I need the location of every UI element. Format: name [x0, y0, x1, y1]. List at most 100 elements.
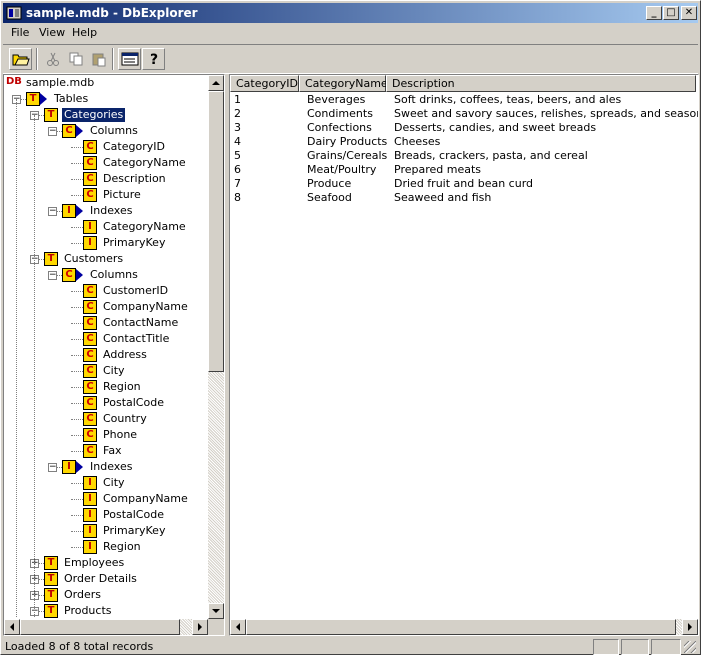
tree-horizontal-scrollbar[interactable]	[4, 619, 208, 635]
expand-arrow-icon	[76, 205, 83, 217]
expand-arrow-icon	[76, 125, 83, 137]
scroll-thumb[interactable]	[246, 619, 676, 635]
minimize-button[interactable]: _	[646, 6, 662, 20]
grid-horizontal-scrollbar[interactable]	[230, 619, 698, 635]
scroll-down-button[interactable]	[208, 603, 224, 619]
tree-node-label: Categories	[60, 107, 127, 123]
cell-description[interactable]: Prepared meats	[394, 163, 481, 177]
menu-help[interactable]: Help	[66, 26, 103, 39]
expand-arrow-icon	[76, 461, 83, 473]
column-icon: C	[62, 268, 76, 282]
main-window: sample.mdb - DbExplorer _ □ ✕ File View …	[0, 0, 701, 655]
schema-tree[interactable]: DB sample.mdb − T Tables − T Categories − C Column…	[4, 75, 208, 618]
tree-connector	[71, 307, 83, 308]
cell-description[interactable]: Sweet and savory sauces, relishes, sprea…	[394, 107, 698, 121]
help-button[interactable]: ?	[142, 48, 165, 70]
scroll-left-button[interactable]	[4, 619, 20, 635]
tree-connector	[71, 371, 83, 372]
tree-root[interactable]: DB sample.mdb	[4, 75, 208, 91]
cell-categoryname[interactable]: Meat/Poultry	[307, 163, 376, 177]
cell-categoryname[interactable]: Dairy Products	[307, 135, 387, 149]
cell-categoryid[interactable]: 1	[234, 93, 241, 107]
column-header-categoryid[interactable]: CategoryID	[230, 75, 299, 92]
table-icon: T	[44, 572, 58, 586]
cut-button[interactable]	[41, 48, 64, 70]
status-bar: Loaded 8 of 8 total records	[3, 638, 698, 655]
table-icon: T	[44, 108, 58, 122]
scroll-left-button[interactable]	[230, 619, 246, 635]
cell-categoryid[interactable]: 6	[234, 163, 241, 177]
maximize-button[interactable]: □	[663, 6, 679, 20]
table-icon: T	[44, 588, 58, 602]
scroll-right-button[interactable]	[682, 619, 698, 635]
open-button[interactable]	[9, 48, 32, 70]
database-icon: DB	[6, 76, 22, 87]
cell-description[interactable]: Breads, crackers, pasta, and cereal	[394, 149, 588, 163]
cell-description[interactable]: Soft drinks, coffees, teas, beers, and a…	[394, 93, 621, 107]
close-button[interactable]: ✕	[681, 6, 697, 20]
cell-categoryname[interactable]: Seafood	[307, 191, 352, 205]
column-header-description[interactable]: Description	[386, 75, 696, 92]
column-icon: C	[83, 172, 97, 186]
tree-node-label: Region	[103, 540, 141, 553]
tree-node-label: Description	[103, 172, 166, 185]
tree-connector	[71, 179, 83, 180]
cell-categoryid[interactable]: 4	[234, 135, 241, 149]
table-icon: T	[26, 92, 40, 106]
paste-button[interactable]	[87, 48, 110, 70]
expand-toggle[interactable]: −	[48, 271, 57, 280]
tree-node-label: CompanyName	[103, 300, 188, 313]
column-icon: C	[83, 140, 97, 154]
expand-toggle[interactable]: −	[48, 207, 57, 216]
cell-categoryname[interactable]: Beverages	[307, 93, 365, 107]
tree-connector	[71, 323, 83, 324]
cell-categoryid[interactable]: 3	[234, 121, 241, 135]
tree-vertical-scrollbar[interactable]	[208, 75, 224, 619]
tree-node-tables[interactable]: − T Tables	[4, 91, 208, 107]
column-icon: C	[83, 300, 97, 314]
column-icon: C	[62, 124, 76, 138]
cell-description[interactable]: Dried fruit and bean curd	[394, 177, 533, 191]
properties-button[interactable]	[118, 48, 141, 70]
tree-node-label: Columns	[90, 268, 138, 281]
cell-categoryid[interactable]: 2	[234, 107, 241, 121]
cell-description[interactable]: Desserts, candies, and sweet breads	[394, 121, 596, 135]
cell-categoryname[interactable]: Confections	[307, 121, 372, 135]
menu-file[interactable]: File	[5, 26, 35, 39]
resize-grip[interactable]	[684, 641, 696, 653]
scroll-right-button[interactable]	[192, 619, 208, 635]
cell-categoryname[interactable]: Condiments	[307, 107, 373, 121]
tree-connector	[71, 419, 83, 420]
copy-button[interactable]	[64, 48, 87, 70]
tree-node-label: CompanyName	[103, 492, 188, 505]
toolbar-separator	[36, 48, 38, 70]
expand-toggle[interactable]: −	[48, 463, 57, 472]
scroll-corner	[208, 619, 224, 635]
tree-node-label: Region	[103, 380, 141, 393]
tree-connector	[71, 403, 83, 404]
cell-description[interactable]: Cheeses	[394, 135, 440, 149]
cell-categoryid[interactable]: 7	[234, 177, 241, 191]
cell-categoryname[interactable]: Grains/Cereals	[307, 149, 387, 163]
scroll-up-button[interactable]	[208, 75, 224, 91]
column-header-categoryname[interactable]: CategoryName	[299, 75, 388, 92]
tree-node-label: CategoryName	[103, 220, 186, 233]
scroll-thumb[interactable]	[20, 619, 180, 635]
cell-categoryid[interactable]: 8	[234, 191, 241, 205]
tree-node-label: CategoryID	[103, 140, 165, 153]
column-icon: C	[83, 284, 97, 298]
cell-categoryname[interactable]: Produce	[307, 177, 351, 191]
scroll-thumb[interactable]	[208, 91, 224, 372]
column-icon: C	[83, 316, 97, 330]
tree-node-label: Address	[103, 348, 147, 361]
status-pane	[593, 639, 619, 655]
arrow-up-icon	[212, 81, 220, 85]
title-bar[interactable]: sample.mdb - DbExplorer _ □ ✕	[3, 3, 698, 23]
cell-description[interactable]: Seaweed and fish	[394, 191, 491, 205]
tree-connector	[71, 435, 83, 436]
tree-node-label: Country	[103, 412, 147, 425]
column-icon: C	[83, 380, 97, 394]
expand-toggle[interactable]: −	[48, 127, 57, 136]
cell-categoryid[interactable]: 5	[234, 149, 241, 163]
tree-connector	[71, 499, 83, 500]
